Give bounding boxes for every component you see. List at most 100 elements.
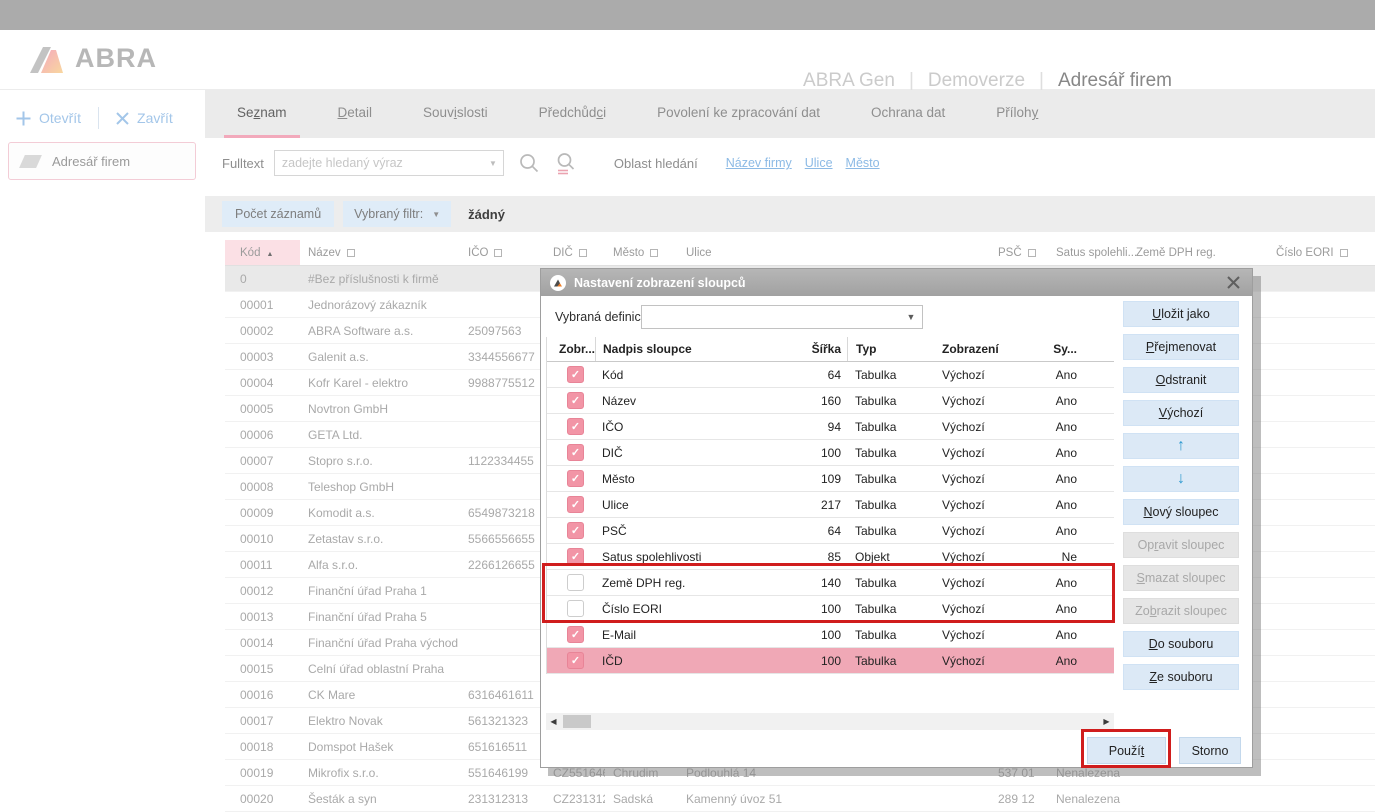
scroll-left-icon[interactable]	[546, 713, 561, 730]
dialog-column-row[interactable]: Číslo EORI 100 Tabulka Výchozí Ano	[547, 596, 1114, 622]
dialog-side-buttons: Uložit jako Přejmenovat Odstranit Výchoz…	[1123, 301, 1239, 690]
col-nazev[interactable]: Název	[300, 240, 460, 265]
scope-links: Název firmy Ulice Město	[726, 156, 880, 170]
filter-icon[interactable]	[347, 249, 355, 257]
column-visible-checkbox[interactable]	[567, 444, 584, 461]
dialog-column-row[interactable]: IČO 94 Tabulka Výchozí Ano	[547, 414, 1114, 440]
move-up-button[interactable]: ↑	[1123, 433, 1239, 459]
filter-icon[interactable]	[1028, 249, 1036, 257]
col-kod[interactable]: Kód	[225, 240, 300, 265]
sidebar: Otevřít Zavřít Adresář firem	[0, 90, 205, 812]
dialog-column-row[interactable]: Město 109 Tabulka Výchozí Ano	[547, 466, 1114, 492]
col-mesto[interactable]: Město	[605, 240, 678, 265]
dialog-title: Nastavení zobrazení sloupců	[574, 276, 746, 290]
column-visible-checkbox[interactable]	[567, 392, 584, 409]
dialog-grid-header: Zobr... Nadpis sloupce Šířka Typ Zobraze…	[547, 337, 1114, 362]
dialog-column-row[interactable]: IČD 100 Tabulka Výchozí Ano	[547, 648, 1114, 674]
tab-povoleni-ke-zpracovani-dat[interactable]: Povolení ke zpracování dat	[644, 90, 833, 138]
scroll-right-icon[interactable]	[1099, 713, 1114, 730]
column-visible-checkbox[interactable]	[567, 522, 584, 539]
col-ico[interactable]: IČO	[460, 240, 545, 265]
edit-column-button[interactable]: Opravit sloupec	[1123, 532, 1239, 558]
horizontal-scrollbar[interactable]	[546, 713, 1114, 730]
cancel-button[interactable]: Storno	[1179, 737, 1241, 764]
dialog-column-row[interactable]: PSČ 64 Tabulka Výchozí Ano	[547, 518, 1114, 544]
fulltext-input[interactable]	[275, 156, 483, 170]
col-zeme-dph-reg[interactable]: Země DPH reg.	[1128, 240, 1268, 265]
dialog-column-row[interactable]: Kód 64 Tabulka Výchozí Ano	[547, 362, 1114, 388]
scope-mesto[interactable]: Město	[846, 156, 880, 170]
close-button[interactable]: Zavřít	[116, 110, 173, 126]
dialog-column-row[interactable]: Země DPH reg. 140 Tabulka Výchozí Ano	[547, 570, 1114, 596]
fulltext-search-row: Fulltext Oblast hledání	[205, 138, 1375, 188]
breadcrumb-app: ABRA Gen	[803, 70, 895, 92]
new-column-button[interactable]: Nový sloupec	[1123, 499, 1239, 525]
definition-label: Vybraná definice:	[555, 310, 651, 324]
dialog-column-row[interactable]: Název 160 Tabulka Výchozí Ano	[547, 388, 1114, 414]
table-header: Kód Název IČO	[225, 240, 1375, 266]
app-header: ABRA ABRA Gen Demoverze Adresář firem	[0, 30, 1375, 90]
column-visible-checkbox[interactable]	[567, 652, 584, 669]
default-button[interactable]: Výchozí	[1123, 400, 1239, 426]
tab-predchudci[interactable]: Předchůdci	[526, 90, 620, 138]
dialog-column-row[interactable]: Satus spolehlivosti 85 Objekt Výchozí Ne	[547, 544, 1114, 570]
chevron-down-icon[interactable]	[483, 151, 503, 175]
rename-button[interactable]: Přejmenovat	[1123, 334, 1239, 360]
col-ulice[interactable]: Ulice	[678, 240, 990, 265]
column-visible-checkbox[interactable]	[567, 574, 584, 591]
selected-filter-dropdown[interactable]: Vybraný filtr:	[343, 201, 451, 227]
col-cislo-eori[interactable]: Číslo EORI	[1268, 240, 1375, 265]
sidebar-item-adresar-firem[interactable]: Adresář firem	[8, 142, 196, 180]
column-visible-checkbox[interactable]	[567, 418, 584, 435]
tab-detail[interactable]: Detail	[325, 90, 386, 138]
tab-seznam[interactable]: Seznam	[224, 90, 300, 138]
scrollbar-thumb[interactable]	[563, 715, 591, 728]
remove-button[interactable]: Odstranit	[1123, 367, 1239, 393]
move-down-button[interactable]: ↓	[1123, 466, 1239, 492]
search-icon[interactable]	[518, 152, 541, 175]
module-icon	[19, 155, 42, 168]
dialog-column-row[interactable]: DIČ 100 Tabulka Výchozí Ano	[547, 440, 1114, 466]
column-visible-checkbox[interactable]	[567, 470, 584, 487]
tab-prilohy[interactable]: Přílohy	[983, 90, 1051, 138]
column-visible-checkbox[interactable]	[567, 548, 584, 565]
to-file-button[interactable]: Do souboru	[1123, 631, 1239, 657]
definition-select[interactable]	[641, 305, 923, 329]
delete-column-button[interactable]: Smazat sloupec	[1123, 565, 1239, 591]
column-visible-checkbox[interactable]	[567, 600, 584, 617]
tab-souvislosti[interactable]: Souvislosti	[410, 90, 501, 138]
scope-ulice[interactable]: Ulice	[805, 156, 833, 170]
filter-icon[interactable]	[494, 249, 502, 257]
sort-asc-icon	[266, 247, 273, 259]
column-visible-checkbox[interactable]	[567, 496, 584, 513]
close-icon[interactable]	[1224, 273, 1243, 292]
filter-icon[interactable]	[579, 249, 587, 257]
show-column-button[interactable]: Zobrazit sloupec	[1123, 598, 1239, 624]
filter-bar: Počet záznamů Vybraný filtr: žádný	[205, 196, 1375, 232]
selected-filter-value: žádný	[468, 207, 505, 222]
open-button[interactable]: Otevřít	[16, 110, 81, 126]
logo-text: ABRA	[75, 43, 157, 74]
tab-ochrana-dat[interactable]: Ochrana dat	[858, 90, 958, 138]
filter-icon[interactable]	[1340, 249, 1348, 257]
column-visible-checkbox[interactable]	[567, 626, 584, 643]
dialog-column-row[interactable]: Ulice 217 Tabulka Výchozí Ano	[547, 492, 1114, 518]
save-as-button[interactable]: Uložit jako	[1123, 301, 1239, 327]
scope-label: Oblast hledání	[614, 156, 698, 171]
apply-button[interactable]: Použít	[1087, 737, 1166, 764]
col-psc[interactable]: PSČ	[990, 240, 1048, 265]
from-file-button[interactable]: Ze souboru	[1123, 664, 1239, 690]
search-in-selection-icon[interactable]	[555, 152, 578, 175]
col-dic[interactable]: DIČ	[545, 240, 605, 265]
scope-nazev-firmy[interactable]: Název firmy	[726, 156, 792, 170]
x-icon	[116, 112, 129, 125]
table-row[interactable]: 00020 Šesták a syn 231312313 CZ231312313…	[225, 786, 1375, 812]
chevron-down-icon[interactable]	[900, 312, 922, 322]
column-visible-checkbox[interactable]	[567, 366, 584, 383]
dialog-columns-grid: Zobr... Nadpis sloupce Šířka Typ Zobraze…	[546, 337, 1114, 674]
col-satus-spolehlivosti[interactable]: Satus spolehli...	[1048, 240, 1128, 265]
record-count-button[interactable]: Počet záznamů	[222, 201, 334, 227]
fulltext-input-box[interactable]	[274, 150, 504, 176]
filter-icon[interactable]	[650, 249, 658, 257]
dialog-column-row[interactable]: E-Mail 100 Tabulka Výchozí Ano	[547, 622, 1114, 648]
